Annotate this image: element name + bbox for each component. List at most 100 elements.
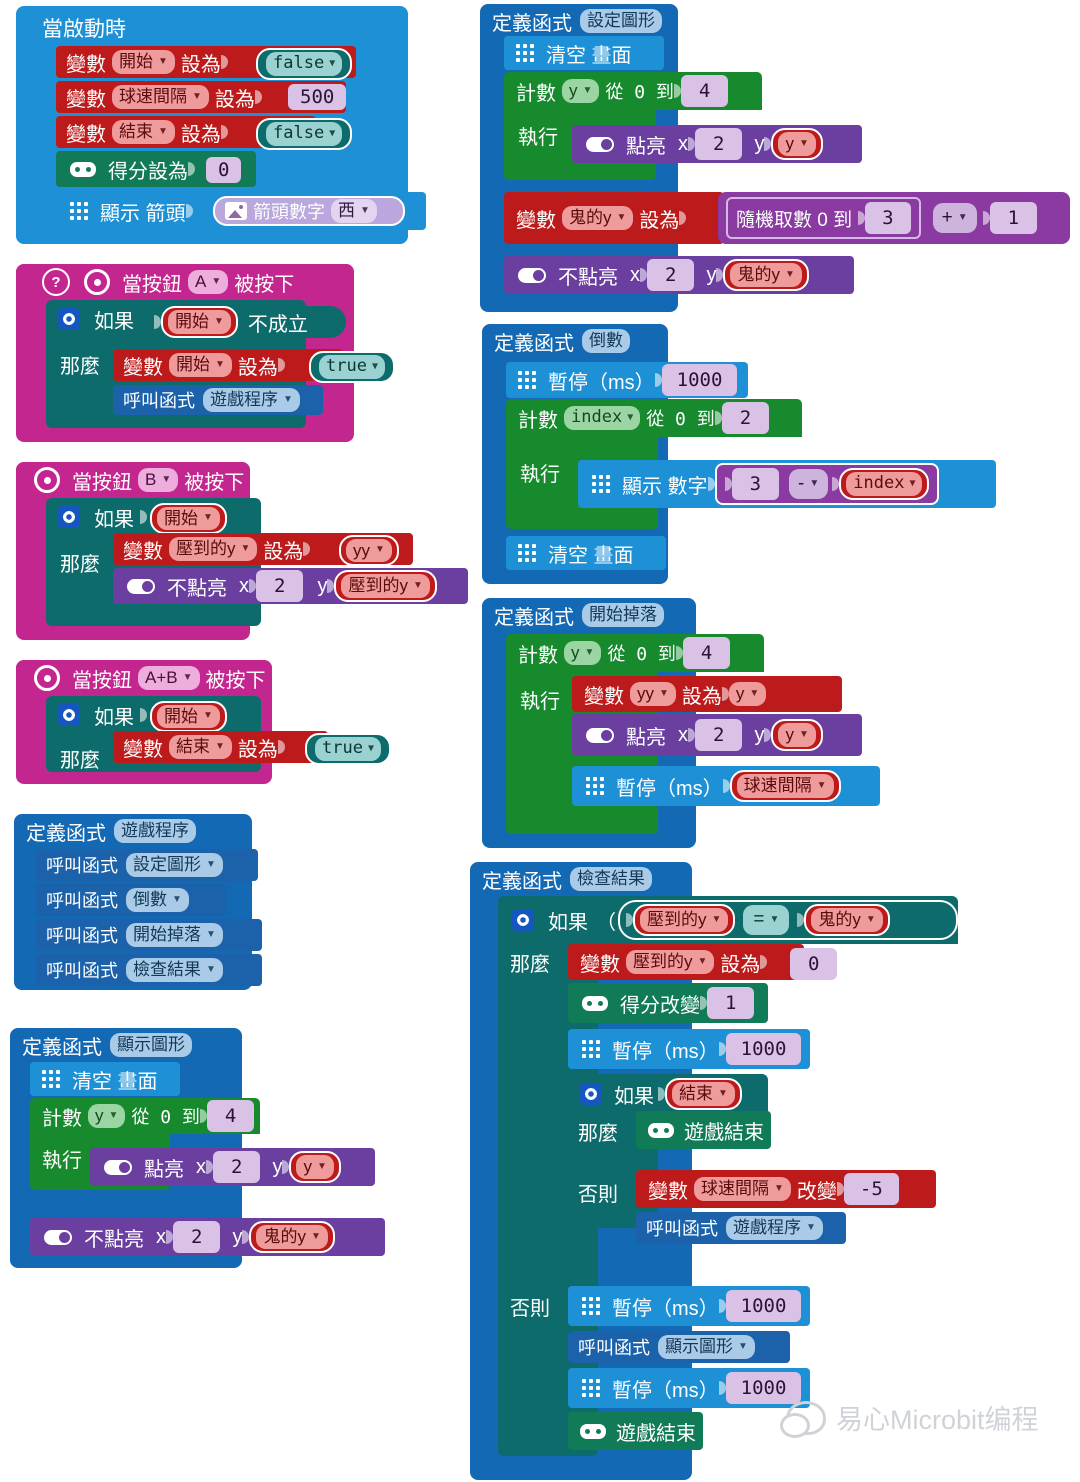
variable-dropdown[interactable]: 開始 ▼ [169,353,232,377]
boolean-dropdown[interactable]: true ▼ [319,355,385,379]
number-value-block[interactable]: 1 [707,987,755,1019]
boolean-dropdown[interactable]: false ▼ [266,52,343,76]
gear-icon[interactable] [58,308,80,330]
variable-dropdown[interactable]: 鬼的y ▼ [256,1225,328,1249]
loop-variable-dropdown[interactable]: index ▼ [564,406,641,430]
number-input[interactable]: 2 [653,262,688,288]
pause-row[interactable]: 暫停（ms） 1000 [506,362,748,398]
number-value-block[interactable]: 1000 [725,1033,802,1065]
number-input[interactable]: 2 [262,573,297,599]
on-button-a-header[interactable]: ? 當按鈕 A ▼ 被按下 [16,264,354,300]
variable-dropdown[interactable]: 開始 ▼ [157,705,220,729]
call-function-row[interactable]: 呼叫函式 遊戲程序 ▼ [636,1212,846,1244]
subtract-block[interactable]: 3 - ▼ index ▼ [714,463,940,505]
variable-dropdown[interactable]: 鬼的y ▼ [562,206,634,230]
pause-row[interactable]: 暫停（ms） 球速間隔 ▼ [572,766,880,806]
set-variable-row[interactable]: 變數 結束 ▼ 設為 [113,731,328,763]
operator-dropdown[interactable]: - ▼ [789,469,829,499]
function-name-dropdown[interactable]: 倒數 ▼ [126,888,189,912]
plot-row[interactable]: 點亮 x 2 y y ▼ [90,1148,375,1186]
random-range-block[interactable]: 隨機取數 0 到 3 [726,197,921,239]
variable-dropdown[interactable]: 球速間隔 ▼ [694,1177,791,1201]
set-variable-row[interactable]: 變數 yy ▼ 設為 y ▼ [572,676,842,712]
function-name[interactable]: 設定圖形 [580,9,662,33]
function-name-dropdown[interactable]: 開始掉落 ▼ [126,923,223,947]
for-loop-header[interactable]: 計數 index ▼ 從 0 到 2 [506,399,802,437]
number-value-block[interactable]: 4 [206,1100,255,1132]
number-value-block[interactable]: 2 [213,1151,261,1183]
pause-row[interactable]: 暫停（ms） 1000 [568,1029,810,1069]
variable-reporter[interactable]: 壓到的y ▼ [334,570,437,602]
variable-reporter[interactable]: 壓到的y ▼ [633,904,736,936]
function-name-dropdown[interactable]: 檢查結果 ▼ [126,958,223,982]
number-value-block[interactable]: 4 [680,75,729,107]
boolean-value-block[interactable]: false ▼ [256,118,353,150]
number-input[interactable]: 2 [219,1154,254,1180]
number-input[interactable]: 2 [728,405,763,431]
number-value-block[interactable]: 1 [989,202,1038,234]
number-value-block[interactable]: 1000 [661,364,738,396]
loop-variable-dropdown[interactable]: y ▼ [564,641,602,665]
call-function-row[interactable]: 呼叫函式 設定圖形 ▼ [36,849,258,881]
for-loop-header[interactable]: 計數 y ▼ 從 0 到 4 [30,1098,260,1134]
change-variable-row[interactable]: 變數 球速間隔 ▼ 改變 -5 [636,1170,936,1208]
number-value-block[interactable]: -5 [843,1173,899,1205]
boolean-dropdown[interactable]: true ▼ [315,737,381,761]
variable-dropdown[interactable]: yy ▼ [346,539,392,563]
variable-dropdown[interactable]: 壓到的y ▼ [626,950,715,974]
variable-reporter[interactable]: y ▼ [771,719,823,751]
number-input[interactable]: 1000 [668,367,732,393]
variable-reporter[interactable]: 鬼的y ▼ [804,904,890,936]
call-function-row[interactable]: 呼叫函式 檢查結果 ▼ [36,954,262,986]
loop-variable-dropdown[interactable]: y ▼ [562,79,600,103]
number-input[interactable]: 3 [738,471,773,497]
loop-variable-dropdown[interactable]: y ▼ [88,1104,126,1128]
variable-dropdown[interactable]: 開始 ▼ [157,507,220,531]
number-value-block[interactable]: 2 [695,719,743,751]
function-name[interactable]: 顯示圖形 [110,1033,192,1057]
not-condition-block[interactable]: 開始 ▼ 不成立 [148,306,346,338]
variable-reporter[interactable]: yy ▼ [339,535,399,567]
gear-icon[interactable] [58,704,80,726]
set-variable-row[interactable]: 變數 鬼的y ▼ 設為 [504,192,724,244]
number-value-block[interactable]: 500 [288,84,347,110]
number-value-block[interactable]: 4 [682,637,731,669]
unplot-row[interactable]: 不點亮 x 2 y 壓到的y ▼ [113,568,468,604]
gear-icon[interactable] [58,506,80,528]
value-variable-dropdown[interactable]: y ▼ [728,682,767,706]
number-input[interactable]: 4 [213,1103,248,1129]
comparison-block[interactable]: 壓到的y ▼ = ▼ 鬼的y ▼ [618,900,958,940]
number-input[interactable]: 0 [210,159,237,181]
number-value-block[interactable]: 2 [721,402,770,434]
variable-reporter[interactable]: 鬼的y ▼ [723,259,809,291]
number-input[interactable]: 0 [796,951,831,977]
function-name-dropdown[interactable]: 遊戲程序 ▼ [726,1216,823,1240]
block-on-start[interactable]: 當啟動時 變數 開始 ▼ 設為 false ▼ 變數 球速間隔 ▼ 設為 500 變數… [16,6,426,244]
number-input[interactable]: -5 [850,1176,893,1202]
function-name[interactable]: 開始掉落 [582,603,664,627]
variable-dropdown[interactable]: 開始 ▼ [168,310,231,334]
unplot-row[interactable]: 不點亮 x 2 y 鬼的y ▼ [30,1218,385,1256]
set-variable-row[interactable]: 變數 壓到的y ▼ 設為 [568,944,804,980]
plot-row[interactable]: 點亮 x 2 y y ▼ [572,714,862,756]
function-name-dropdown[interactable]: 設定圖形 ▼ [126,853,223,877]
number-input[interactable]: 4 [687,78,722,104]
function-name-dropdown[interactable]: 顯示圖形 ▼ [658,1335,755,1359]
variable-reporter[interactable]: 結束 ▼ [665,1078,742,1110]
boolean-value-block[interactable]: false ▼ [256,48,353,80]
operator-dropdown[interactable]: + ▼ [932,203,977,233]
variable-dropdown[interactable]: 球速間隔 ▼ [736,774,834,798]
help-icon[interactable]: ? [42,268,70,296]
for-loop-header[interactable]: 計數 y ▼ 從 0 到 4 [504,72,762,110]
variable-reporter[interactable]: y ▼ [289,1151,341,1183]
variable-dropdown[interactable]: 結束 ▼ [672,1082,735,1106]
number-value-block[interactable]: 0 [206,157,242,183]
variable-dropdown[interactable]: y ▼ [296,1155,334,1179]
plot-row[interactable]: 點亮 x 2 y y ▼ [572,125,862,163]
number-input[interactable]: 1 [713,990,748,1016]
variable-dropdown[interactable]: y ▼ [778,723,816,747]
variable-dropdown[interactable]: yy ▼ [630,682,676,706]
variable-dropdown[interactable]: 結束 ▼ [112,120,175,144]
number-value-block[interactable]: 2 [647,259,695,291]
variable-dropdown[interactable]: index ▼ [846,472,923,496]
